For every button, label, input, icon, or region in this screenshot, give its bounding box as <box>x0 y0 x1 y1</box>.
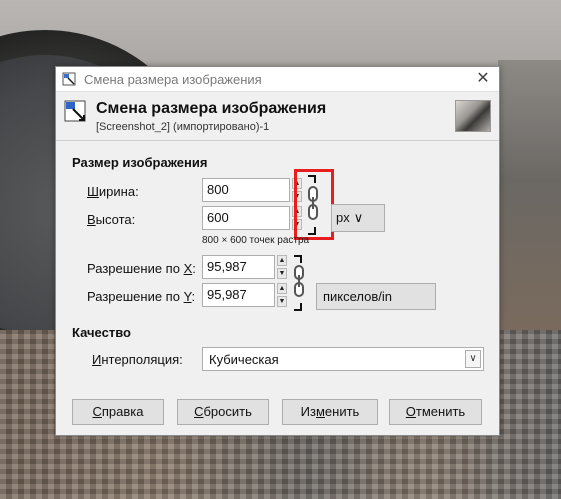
resize-image-icon <box>64 100 86 122</box>
image-size-heading: Размер изображения <box>72 155 208 170</box>
resolution-x-spinner[interactable]: ▲ ▼ <box>277 255 287 279</box>
chevron-down-icon: ∨ <box>353 210 364 225</box>
image-thumbnail <box>455 100 491 132</box>
height-label: Высота: <box>87 212 136 227</box>
interpolation-select[interactable]: Кубическая ∨ <box>202 347 484 371</box>
title-bar[interactable]: Смена размера изображения ✕ <box>56 67 499 92</box>
image-name: [Screenshot_2] (импортировано)-1 <box>96 121 270 133</box>
resolution-y-increment[interactable]: ▲ <box>277 283 287 294</box>
resolution-x-decrement[interactable]: ▼ <box>277 268 287 279</box>
resolution-x-label: Разрешение по X: <box>87 261 196 276</box>
dialog-title: Смена размера изображения <box>96 100 327 117</box>
resolution-y-decrement[interactable]: ▼ <box>277 296 287 307</box>
size-unit-select[interactable]: px ∨ <box>331 204 385 232</box>
resolution-y-label: Разрешение по Y: <box>87 289 196 304</box>
close-button[interactable]: ✕ <box>473 69 493 89</box>
resize-image-dialog: Смена размера изображения ✕ Смена размер… <box>55 66 500 436</box>
resolution-unit-select[interactable]: пикселов/in <box>316 283 436 310</box>
interpolation-label: Интерполяция: <box>92 352 183 367</box>
resolution-x-increment[interactable]: ▲ <box>277 255 287 266</box>
resize-button[interactable]: Изменить <box>282 399 378 425</box>
background-right <box>498 60 561 360</box>
pixel-dimensions-info: 800 × 600 точек растра <box>202 235 310 246</box>
cancel-button[interactable]: Отменить <box>389 399 482 425</box>
height-input[interactable]: 600 <box>202 206 290 230</box>
window-title: Смена размера изображения <box>84 72 262 87</box>
resolution-y-input[interactable]: 95,987 <box>202 283 275 307</box>
gimp-resize-icon <box>62 72 76 86</box>
width-label: Ширина: <box>87 184 139 199</box>
chevron-down-icon[interactable]: ∨ <box>465 350 481 368</box>
header-divider <box>56 140 499 141</box>
chain-link-icon <box>294 265 304 297</box>
width-input[interactable]: 800 <box>202 178 290 202</box>
reset-button[interactable]: Сбросить <box>177 399 269 425</box>
resolution-chain-toggle[interactable] <box>292 255 306 311</box>
help-button[interactable]: Справка <box>72 399 164 425</box>
chain-highlight-box <box>294 169 334 240</box>
resolution-x-input[interactable]: 95,987 <box>202 255 275 279</box>
dialog-header: Смена размера изображения [Screenshot_2]… <box>56 92 499 140</box>
quality-heading: Качество <box>72 325 131 340</box>
resolution-y-spinner[interactable]: ▲ ▼ <box>277 283 287 307</box>
